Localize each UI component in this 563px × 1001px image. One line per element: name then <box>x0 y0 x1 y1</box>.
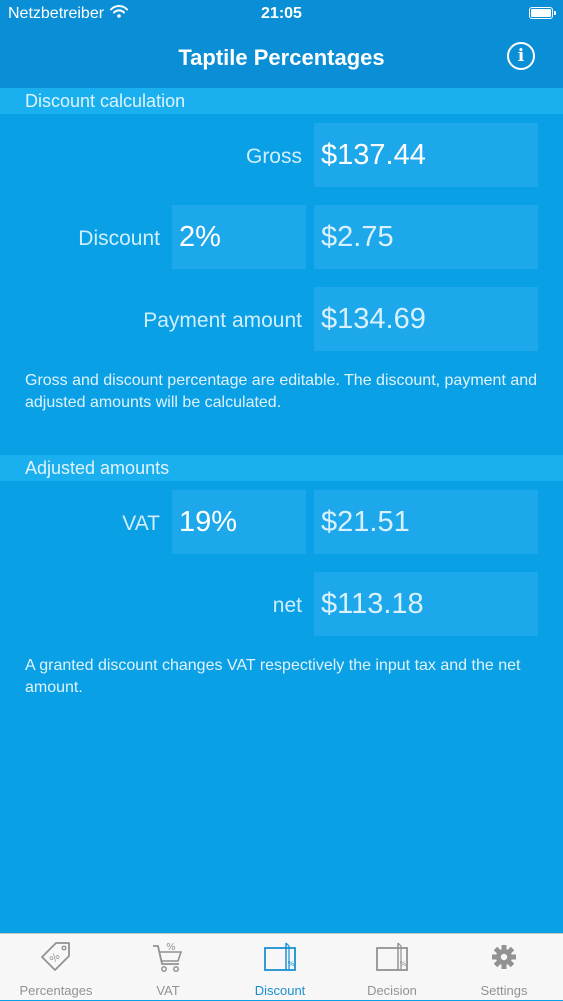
discount-amount-field: $2.75 <box>314 205 538 269</box>
navigation-bar: Taptile Percentages i <box>0 28 563 88</box>
tab-settings[interactable]: Settings <box>448 934 560 1001</box>
tag-percent-icon: % <box>41 942 70 971</box>
tab-label: Settings <box>480 983 528 998</box>
svg-text:%: % <box>288 960 295 968</box>
gross-input[interactable]: $137.44 <box>314 123 538 187</box>
adjusted-help-text: A granted discount changes VAT respectiv… <box>25 657 521 696</box>
vat-label: VAT <box>122 512 160 535</box>
tab-label: Discount <box>254 983 306 998</box>
tab-label: Percentages <box>19 983 93 998</box>
tab-label: VAT <box>156 983 180 998</box>
tab-label: Decision <box>367 983 417 998</box>
status-bar: Netzbetreiber 21:05 <box>0 0 563 28</box>
battery-icon <box>529 7 556 19</box>
cart-percent-icon: % <box>153 942 183 972</box>
tab-bar: % Percentages % VAT % Discount % Decisio… <box>0 933 563 1000</box>
net-label: net <box>272 594 302 617</box>
info-icon: i <box>517 46 525 66</box>
section-header-adjusted: Adjusted amounts <box>0 455 563 481</box>
tab-discount[interactable]: % Discount <box>224 934 336 1001</box>
section-header-discount: Discount calculation <box>0 88 563 114</box>
section-title: Adjusted amounts <box>25 458 170 478</box>
vat-percent-input[interactable]: 19% <box>172 490 306 554</box>
payment-amount-label: Payment amount <box>143 309 302 332</box>
vat-amount-field: $21.51 <box>314 490 538 554</box>
gear-icon <box>492 945 516 969</box>
tab-percentages[interactable]: % Percentages <box>0 934 112 1001</box>
svg-text:%: % <box>166 942 176 953</box>
svg-text:%: % <box>400 960 407 968</box>
discount-help-text: Gross and discount percentage are editab… <box>25 372 538 411</box>
gross-label: Gross <box>245 145 302 168</box>
net-amount-field: $113.18 <box>314 572 538 636</box>
tab-vat[interactable]: % VAT <box>112 934 224 1001</box>
payment-amount-field: $134.69 <box>314 287 538 351</box>
tab-decision[interactable]: % Decision <box>336 934 448 1001</box>
decision-document-icon: % <box>376 942 408 971</box>
discount-percent-input[interactable]: 2% <box>172 205 306 269</box>
section-title: Discount calculation <box>25 91 186 111</box>
info-button[interactable]: i <box>507 42 535 70</box>
discount-document-icon: % <box>264 942 296 971</box>
page-title: Taptile Percentages <box>178 45 385 70</box>
discount-label: Discount <box>78 227 160 250</box>
clock: 21:05 <box>261 5 302 22</box>
